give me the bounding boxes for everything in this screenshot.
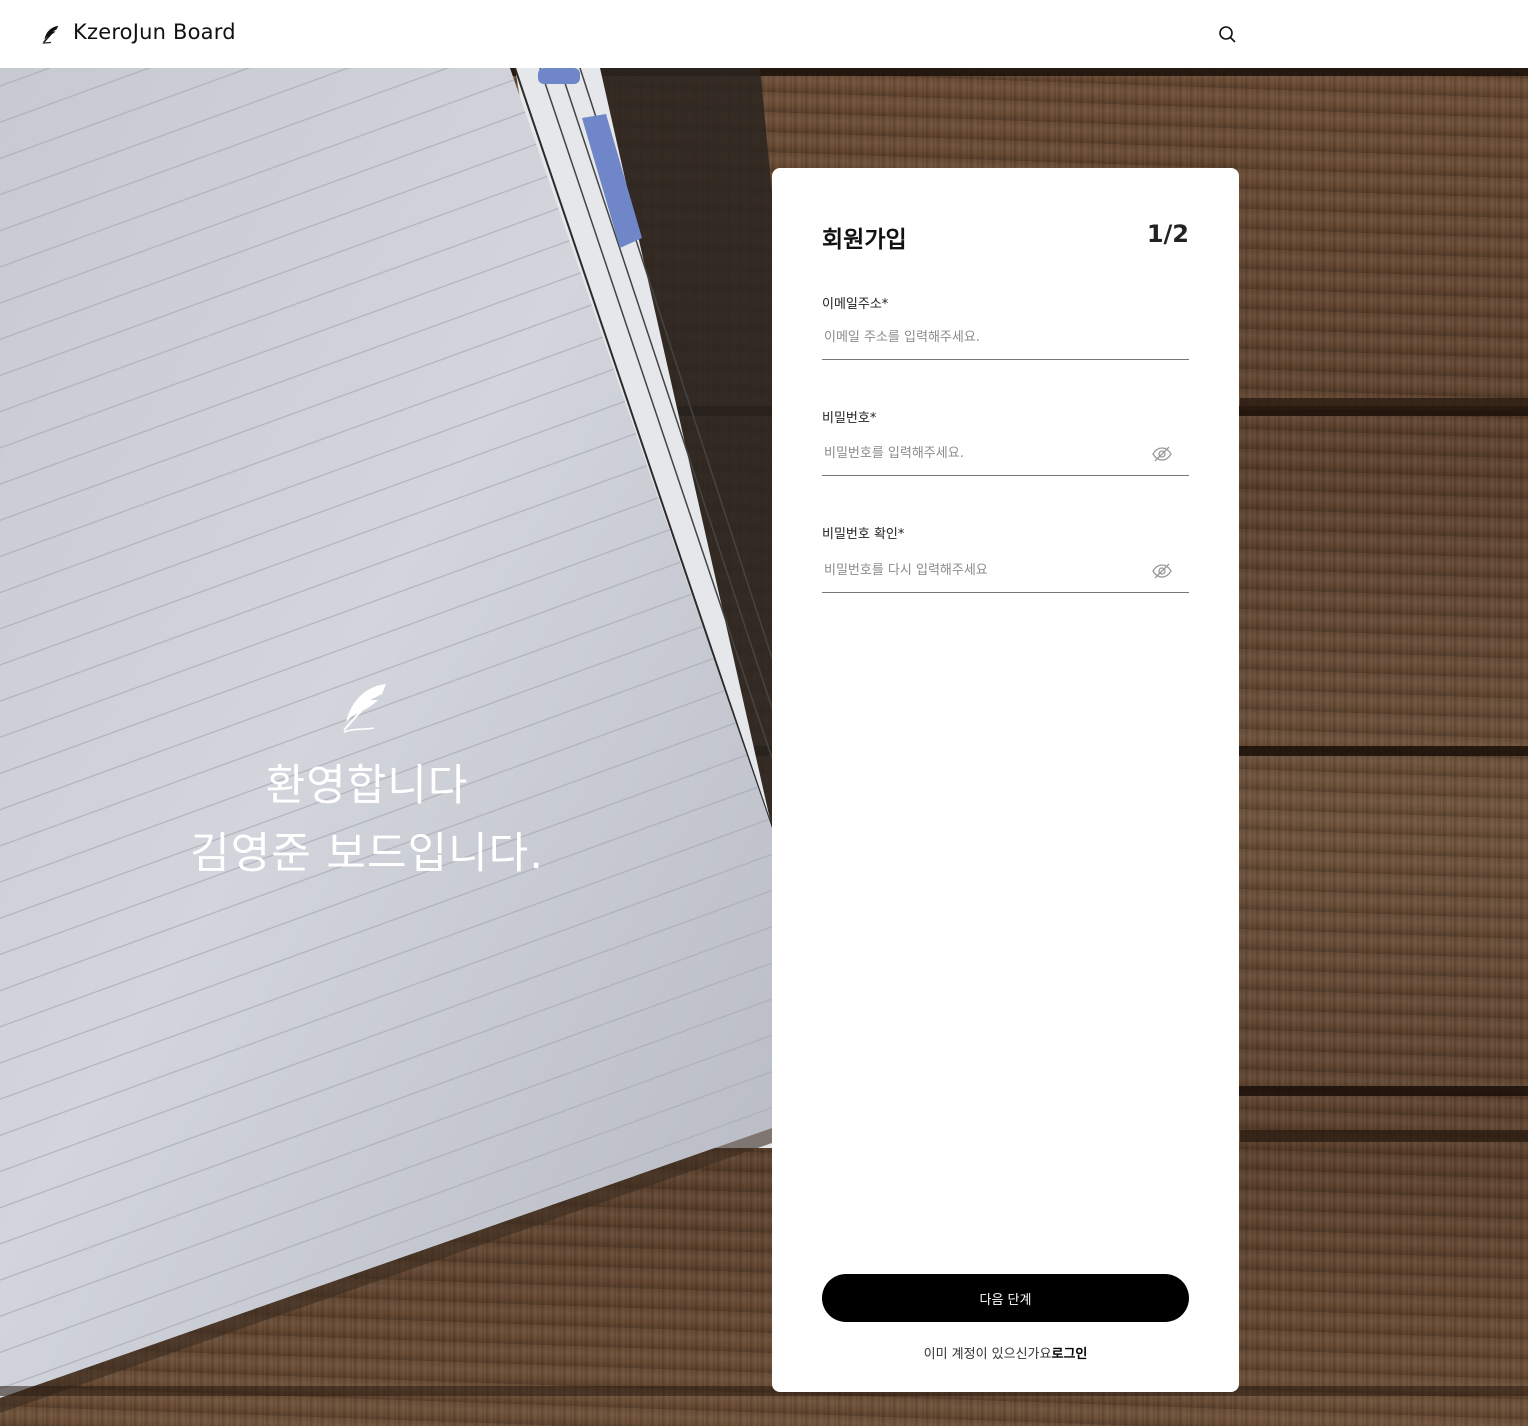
login-link[interactable]: 로그인 [1051,1347,1087,1362]
login-prompt-row: 이미 계정이 있으신가요로그인 [772,1343,1239,1362]
eye-off-icon[interactable] [1151,561,1173,581]
welcome-message: 환영합니다 김영준 보드입니다. [0,752,734,888]
password-confirm-field[interactable] [822,549,1189,592]
signup-card: 회원가입 1/2 이메일주소* 비밀번호* 비밀번호 확인* 다음 단계 이미 … [772,168,1239,1392]
password-label: 비밀번호* [822,411,877,426]
hero-background: 환영합니다 김영준 보드입니다. [0,68,1528,1426]
page-title: 회원가입 [822,227,907,253]
password-confirm-label: 비밀번호 확인* [822,527,905,542]
notebook-illustration [0,68,1528,1413]
brand-name[interactable]: KzeroJun Board [73,20,236,44]
top-nav: KzeroJun Board [0,0,1528,68]
feather-quill-icon[interactable] [40,24,62,46]
login-prompt-text: 이미 계정이 있으신가요 [923,1347,1052,1362]
email-field[interactable] [822,316,1189,359]
email-field-wrapper [822,316,1189,360]
password-confirm-field-wrapper [822,549,1189,593]
email-label: 이메일주소* [822,297,889,312]
password-field[interactable] [822,432,1189,475]
step-indicator: 1/2 [1146,220,1189,248]
welcome-line-2: 김영준 보드입니다. [190,829,544,879]
search-icon[interactable] [1214,22,1240,48]
password-field-wrapper [822,432,1189,476]
welcome-line-1: 환영합니다 [265,761,469,811]
eye-off-icon[interactable] [1151,444,1173,464]
next-step-button[interactable]: 다음 단계 [822,1274,1189,1322]
feather-quill-icon [343,684,386,733]
